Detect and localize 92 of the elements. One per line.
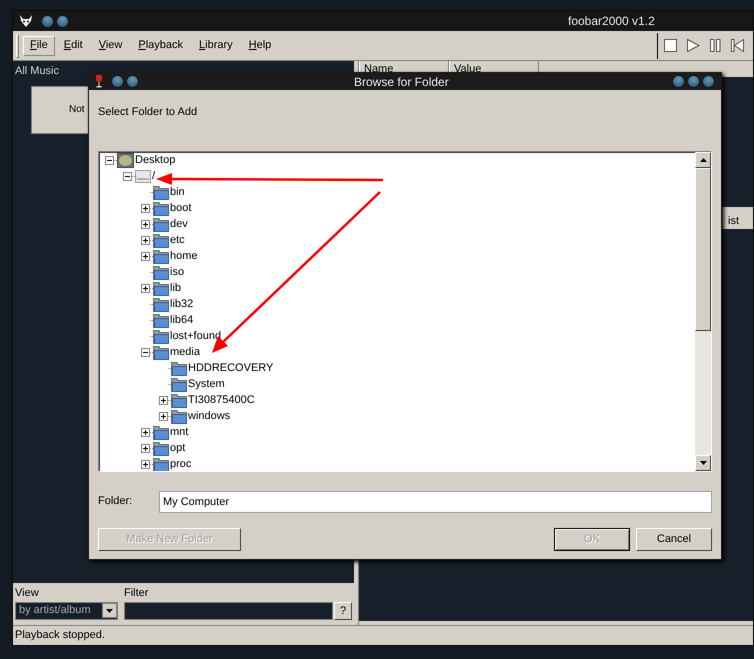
window-control-icon[interactable] [687, 75, 700, 88]
folder-icon [153, 234, 169, 248]
previous-icon[interactable] [731, 39, 744, 52]
window-control-icon[interactable] [126, 75, 139, 88]
folder-icon [153, 346, 169, 360]
expand-icon[interactable] [159, 412, 168, 421]
tree-item[interactable]: lib32 [153, 296, 194, 313]
scroll-up-icon[interactable] [700, 158, 706, 162]
expand-icon[interactable] [159, 396, 168, 405]
filter-label: Filter [124, 586, 150, 601]
scrollbar[interactable] [695, 152, 711, 470]
tree-item[interactable]: TI30875400C [171, 392, 255, 409]
folder-icon [153, 314, 169, 328]
view-label: View [15, 586, 40, 601]
tree-item[interactable]: opt [153, 440, 186, 457]
folder-icon [153, 266, 169, 280]
menu-item[interactable]: Library [192, 36, 240, 56]
window-control-icon[interactable] [672, 75, 685, 88]
tree-item[interactable]: lib64 [153, 312, 194, 329]
wine-glass-icon [95, 75, 103, 88]
tree-item[interactable]: home [153, 248, 198, 265]
status-text: Playback stopped. [15, 628, 105, 644]
collapse-icon[interactable] [105, 156, 114, 165]
expand-icon[interactable] [141, 236, 150, 245]
expand-icon[interactable] [141, 204, 150, 213]
tree-item[interactable]: bin [153, 184, 185, 201]
collapse-icon[interactable] [123, 172, 132, 181]
tree-item[interactable]: System [171, 376, 225, 393]
info-text: Not [69, 103, 85, 117]
tree-item[interactable]: lib [153, 280, 182, 297]
scroll-thumb[interactable] [695, 168, 711, 330]
help-button[interactable]: ? [334, 602, 352, 620]
tree-item[interactable]: etc [153, 232, 185, 249]
tree-item[interactable]: lost+found [153, 328, 222, 345]
tree-item[interactable]: proc [153, 456, 192, 470]
menu-item[interactable]: Help [242, 36, 278, 56]
tree-item[interactable]: windows [171, 408, 230, 425]
folder-icon [153, 218, 169, 232]
window-control-icon[interactable] [41, 14, 54, 28]
folder-icon [153, 330, 169, 344]
tree-item[interactable]: iso [153, 264, 184, 281]
folder-icon [153, 282, 169, 296]
window-control-icon[interactable] [702, 75, 715, 88]
tree-item[interactable]: HDDRECOVERY [171, 360, 274, 377]
folder-icon [153, 298, 169, 312]
expand-icon[interactable] [141, 460, 150, 469]
expand-icon[interactable] [141, 220, 150, 229]
tree-item[interactable]: media [153, 344, 200, 361]
pause-icon[interactable] [710, 39, 721, 52]
expand-icon[interactable] [141, 444, 150, 453]
folder-icon [171, 394, 187, 408]
view-dropdown[interactable]: by artist/album [15, 602, 118, 620]
play-icon[interactable] [687, 39, 700, 52]
window-control-icon[interactable] [111, 75, 124, 88]
expand-icon[interactable] [141, 284, 150, 293]
window-title: foobar2000 v1.2 [568, 13, 655, 30]
folder-tree[interactable]: Desktop / bin boot dev etc home iso lib lib32 lib64 lost+found media HDDRECOVERY System TI30875400C windows mnt opt proc [98, 150, 712, 472]
tree-item[interactable]: dev [153, 216, 188, 233]
folder-icon [153, 426, 169, 440]
desktop-icon [117, 153, 134, 168]
collapse-icon[interactable] [141, 348, 150, 357]
drive-icon [135, 170, 151, 183]
stop-icon[interactable] [664, 39, 677, 52]
folder-label: Folder: [98, 494, 134, 510]
menu-item[interactable]: View [92, 36, 130, 56]
fox-icon [19, 14, 33, 28]
folder-icon [153, 186, 169, 200]
folder-icon [153, 202, 169, 216]
folder-icon [153, 250, 169, 264]
column-header[interactable]: ist [728, 212, 739, 229]
panel-title: All Music [15, 64, 60, 79]
dropdown-arrow-icon [106, 608, 113, 612]
menu-item[interactable]: Playback [131, 36, 190, 56]
prompt-text: Select Folder to Add [98, 105, 198, 120]
tree-item[interactable]: / [135, 168, 156, 185]
menu-item[interactable]: Edit [56, 36, 90, 56]
scroll-down-icon[interactable] [700, 460, 706, 464]
tree-item[interactable]: boot [153, 200, 192, 217]
expand-icon[interactable] [141, 428, 150, 437]
folder-icon [153, 442, 169, 456]
folder-icon [171, 362, 187, 376]
filter-field[interactable] [124, 602, 333, 620]
window-control-icon[interactable] [56, 14, 69, 28]
tree-item[interactable]: Desktop [117, 152, 176, 169]
folder-icon [171, 378, 187, 392]
dialog-button[interactable]: Cancel [636, 528, 712, 550]
tree-item[interactable]: mnt [153, 424, 188, 441]
folder-icon [171, 410, 187, 424]
expand-icon[interactable] [141, 252, 150, 261]
folder-icon [153, 458, 169, 470]
folder-field[interactable]: My Computer [159, 490, 712, 512]
menu-item[interactable]: File [23, 36, 55, 56]
